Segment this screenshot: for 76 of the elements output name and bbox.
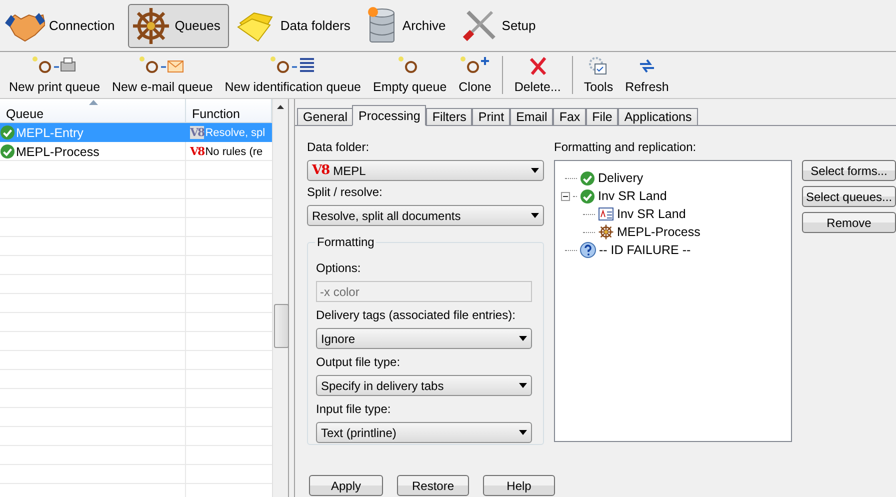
toolbar-button[interactable]: Tools [578, 56, 618, 94]
toolbar-button[interactable]: New e-mail queue [107, 56, 218, 94]
nav-button[interactable]: Data folders [233, 4, 360, 48]
field-label: Output file type: [316, 355, 402, 369]
clone-icon [460, 56, 490, 76]
settings-icon [588, 56, 608, 76]
tab[interactable]: Filters [426, 108, 472, 126]
nav-button[interactable]: Queues [128, 4, 230, 48]
toolbar-button[interactable]: Refresh [620, 56, 674, 94]
field-label: Formatting and replication: [554, 140, 698, 154]
column-header[interactable]: Queue [0, 99, 186, 122]
toolbar-button[interactable]: Clone [454, 56, 496, 94]
tab[interactable]: Applications [618, 108, 698, 126]
function-text: Resolve, spl [205, 126, 266, 138]
nav-button[interactable]: Connection [2, 4, 124, 48]
tab[interactable]: Fax [553, 108, 586, 126]
dropdown[interactable]: Ignore [316, 328, 532, 349]
tree-item[interactable]: Inv SR Land [617, 207, 686, 221]
side-button[interactable]: Select queues... [802, 186, 896, 207]
field-label: Split / resolve: [307, 185, 384, 199]
field-label: Options: [316, 261, 362, 275]
check-icon [580, 188, 595, 204]
tree-item[interactable]: MEPL-Process [617, 225, 700, 239]
check-icon [580, 170, 595, 186]
check-icon [0, 125, 15, 140]
data-folder-select[interactable]: V8 MEPL [307, 160, 544, 181]
dropdown[interactable]: Text (printline) [316, 422, 532, 443]
sort-arrow-icon [88, 100, 98, 105]
tools-icon [462, 8, 498, 44]
folder-tag: V8 [190, 145, 204, 158]
gear-icon [598, 224, 614, 240]
dropdown-caret-icon [519, 383, 527, 388]
side-button[interactable]: Select forms... [802, 160, 896, 181]
tree-item[interactable]: Delivery [598, 171, 644, 185]
nav-button[interactable]: Archive [363, 4, 455, 48]
scroll-up-icon[interactable] [277, 105, 284, 109]
form-icon [598, 206, 614, 222]
split-resolve-select[interactable]: Resolve, split all documents [307, 205, 544, 226]
dropdown-caret-icon [531, 168, 539, 173]
tab[interactable]: Processing [352, 105, 426, 126]
scrollbar-thumb[interactable] [274, 304, 289, 348]
toolbar-button[interactable]: Delete... [509, 56, 566, 94]
nav-button[interactable]: Setup [458, 4, 545, 48]
toolbar-button[interactable]: New identification queue [220, 56, 366, 94]
new-email-queue-icon [139, 56, 186, 76]
action-button[interactable]: Restore [397, 475, 469, 496]
question-icon [580, 242, 596, 258]
new-identification-queue-icon [270, 56, 316, 76]
queue-row[interactable]: MEPL-Process V8No rules (re [0, 142, 272, 161]
queue-name: MEPL-Entry [16, 126, 84, 140]
dropdown-caret-icon [519, 336, 527, 341]
check-icon [0, 144, 15, 159]
collapse-box[interactable] [561, 192, 570, 200]
tree-item[interactable]: Inv SR Land [598, 189, 667, 203]
field-label: Delivery tags (associated file entries): [316, 308, 516, 322]
action-button[interactable]: Apply [309, 475, 383, 496]
queue-name: MEPL-Process [16, 144, 100, 158]
toolbar-button[interactable]: New print queue [4, 56, 106, 94]
new-print-queue-icon [32, 56, 78, 76]
side-button[interactable]: Remove [802, 212, 896, 233]
delete-icon [528, 56, 548, 76]
ship-wheel-icon [130, 6, 171, 46]
dropdown[interactable]: Specify in delivery tabs [316, 375, 532, 396]
tab[interactable]: Email [510, 108, 554, 126]
dropdown-caret-icon [519, 430, 527, 435]
tab[interactable]: Print [472, 108, 510, 126]
tab[interactable]: General [297, 108, 354, 126]
function-text: No rules (re [205, 146, 263, 158]
toolbar-button[interactable]: Empty queue [368, 56, 452, 94]
group-title: Formatting [315, 235, 376, 249]
action-button[interactable]: Help [483, 475, 555, 496]
dropdown-caret-icon [531, 213, 539, 218]
tab[interactable]: File [586, 108, 618, 126]
field-label: Data folder: [307, 140, 370, 154]
field-label: Input file type: [316, 402, 392, 416]
tree-item[interactable]: -- ID FAILURE -- [599, 243, 691, 257]
